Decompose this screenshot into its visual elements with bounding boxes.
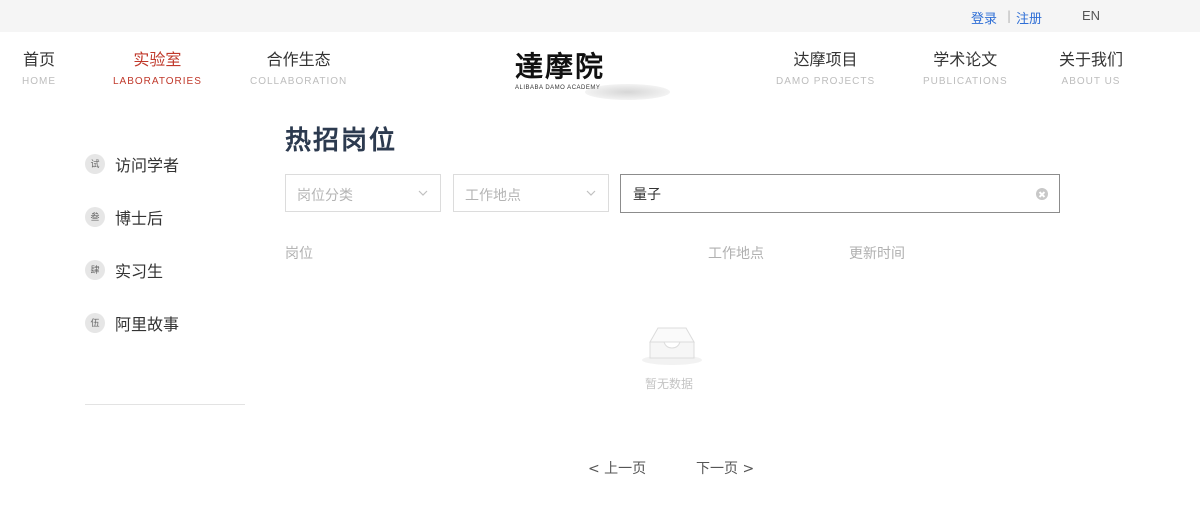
nav-label: 关于我们 <box>1059 50 1124 69</box>
prev-page-button[interactable]: < 上一页 <box>588 458 646 478</box>
nav-sublabel: PUBLICATIONS <box>923 76 1008 87</box>
category-select[interactable]: 岗位分类 <box>285 174 441 212</box>
sidebar-item-label: 阿里故事 <box>115 314 180 334</box>
sidebar-divider <box>85 404 245 405</box>
sidebar-number-badge: 叁 <box>85 206 105 227</box>
main-nav: 首页 HOME 实验室 LABORATORIES 合作生态 COLLABORAT… <box>0 32 1200 112</box>
sidebar-item-label: 访问学者 <box>115 155 180 175</box>
top-utility-bar: 登录 | 注册 EN <box>0 0 1200 32</box>
empty-text: 暂无数据 <box>645 377 694 391</box>
sidebar-item-ali-stories[interactable]: 伍 阿里故事 <box>85 289 245 356</box>
nav-label: 合作生态 <box>266 50 331 69</box>
register-link[interactable]: 注册 <box>1016 8 1042 27</box>
clear-icon[interactable] <box>1036 188 1048 200</box>
category-select-placeholder: 岗位分类 <box>297 188 353 204</box>
nav-label: 实验室 <box>133 50 182 69</box>
chevron-down-icon <box>586 190 596 196</box>
sidebar-number-badge: 肆 <box>85 259 105 280</box>
table-header-updated: 更新时间 <box>849 246 905 262</box>
sidebar-number-badge: 试 <box>85 153 105 174</box>
nav-label: 学术论文 <box>933 50 998 69</box>
sidebar-item-label: 实习生 <box>115 261 164 281</box>
empty-inbox-icon <box>642 327 702 365</box>
nav-item-about-us[interactable]: 关于我们 ABOUT US <box>1059 50 1123 87</box>
logo-cloud-decoration <box>585 84 670 100</box>
language-switch[interactable]: EN <box>1082 8 1100 23</box>
nav-label: 达摩项目 <box>793 50 858 69</box>
nav-label: 首页 <box>22 50 55 69</box>
table-header-position: 岗位 <box>285 246 313 262</box>
nav-sublabel: ABOUT US <box>1061 76 1121 87</box>
location-select[interactable]: 工作地点 <box>453 174 609 212</box>
sidebar-number-badge: 伍 <box>85 312 105 333</box>
nav-sublabel: HOME <box>22 76 56 87</box>
nav-item-publications[interactable]: 学术论文 PUBLICATIONS <box>923 50 1008 87</box>
login-link[interactable]: 登录 <box>971 8 997 27</box>
search-box <box>620 174 1060 213</box>
page-title: 热招岗位 <box>285 126 398 156</box>
nav-item-damo-projects[interactable]: 达摩项目 DAMO PROJECTS <box>776 50 875 87</box>
logo-mark: 達摩院 <box>515 50 606 83</box>
chevron-down-icon <box>418 190 428 196</box>
nav-sublabel: DAMO PROJECTS <box>776 76 876 87</box>
next-page-button[interactable]: 下一页 > <box>696 458 754 478</box>
top-separator: | <box>1007 9 1012 23</box>
nav-sublabel: LABORATORIES <box>113 76 202 87</box>
table-header-location: 工作地点 <box>708 246 764 262</box>
sidebar-item-label: 博士后 <box>115 208 164 228</box>
sidebar: 试 访问学者 叁 博士后 肆 实习生 伍 阿里故事 <box>85 130 245 356</box>
search-input[interactable] <box>633 184 1033 204</box>
location-select-placeholder: 工作地点 <box>465 188 521 204</box>
damo-logo[interactable]: 達摩院 ALIBABA DAMO ACADEMY <box>515 50 670 110</box>
nav-item-collaboration[interactable]: 合作生态 COLLABORATION <box>250 50 347 87</box>
nav-item-laboratories[interactable]: 实验室 LABORATORIES <box>113 50 202 87</box>
nav-sublabel: COLLABORATION <box>250 76 348 87</box>
nav-item-home[interactable]: 首页 HOME <box>22 50 56 87</box>
